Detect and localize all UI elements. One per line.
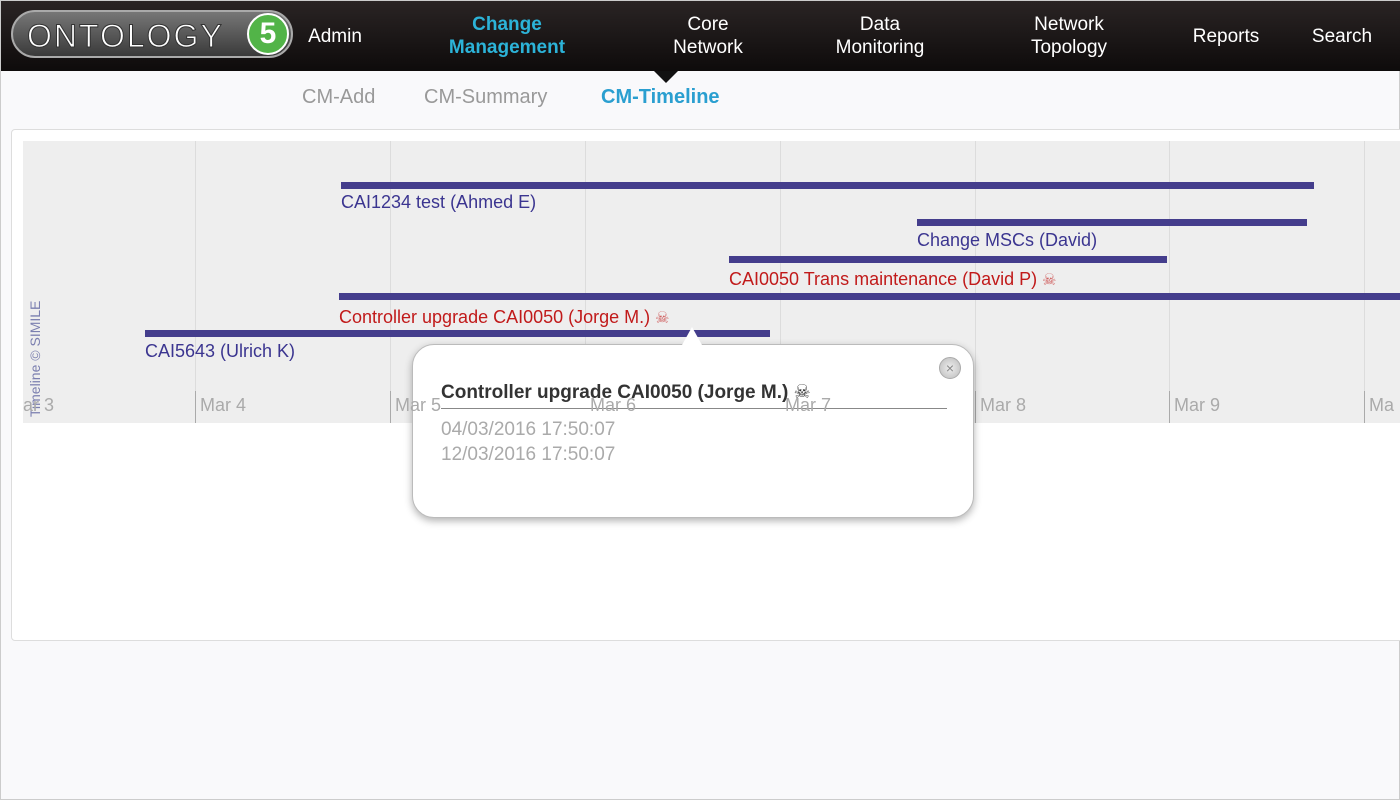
tick-label: Mar 8 [980,395,1027,415]
tab-cm-timeline[interactable]: CM-Timeline [601,86,720,109]
event-bar[interactable] [729,256,1167,263]
popup-pointer [682,327,702,345]
top-nav: ONTOLOGY 5 Admin Change Management Core … [1,1,1400,71]
nav-core-network[interactable]: Core Network [656,1,760,71]
event-popup: × Controller upgrade CAI0050 (Jorge M.) … [412,344,974,518]
close-icon[interactable]: × [939,357,961,379]
nav-data-monitoring[interactable]: Data Monitoring [821,1,939,71]
tick-label: Mar 9 [1174,395,1221,415]
event-label[interactable]: CAI5643 (Ulrich K) [145,341,295,362]
active-caret [654,71,678,83]
tick-label: Mar 7 [785,395,832,415]
tick-label: ar 3 [23,395,55,415]
popup-end-date: 12/03/2016 17:50:07 [441,444,616,465]
event-label[interactable]: Change MSCs (David) [917,230,1097,251]
popup-title: Controller upgrade CAI0050 (Jorge M.) ☠ [441,381,947,409]
tick-label: Mar 4 [200,395,247,415]
event-label[interactable]: CAI1234 test (Ahmed E) [341,192,536,213]
tick-label: Ma [1369,395,1395,415]
skull-icon: ☠ [1042,272,1057,289]
tab-cm-summary[interactable]: CM-Summary [424,86,547,109]
tick-label: Mar 6 [590,395,637,415]
nav-reports[interactable]: Reports [1181,1,1271,71]
logo[interactable]: ONTOLOGY 5 [11,10,293,58]
event-label[interactable]: Controller upgrade CAI0050 (Jorge M.) ☠ [339,307,670,328]
nav-admin[interactable]: Admin [297,1,373,71]
tab-cm-add[interactable]: CM-Add [302,86,375,109]
popup-start-date: 04/03/2016 17:50:07 [441,419,616,440]
event-bar[interactable] [145,330,770,337]
event-bar[interactable] [917,219,1307,226]
nav-change-management[interactable]: Change Management [431,1,583,71]
nav-search[interactable]: Search [1301,1,1383,71]
event-bar[interactable] [341,182,1314,189]
nav-network-topology[interactable]: Network Topology [1011,1,1127,71]
tick-label: Mar 5 [395,395,442,415]
event-bar[interactable] [339,293,1400,300]
event-label[interactable]: CAI0050 Trans maintenance (David P) ☠ [729,269,1057,290]
skull-icon: ☠ [655,310,670,327]
